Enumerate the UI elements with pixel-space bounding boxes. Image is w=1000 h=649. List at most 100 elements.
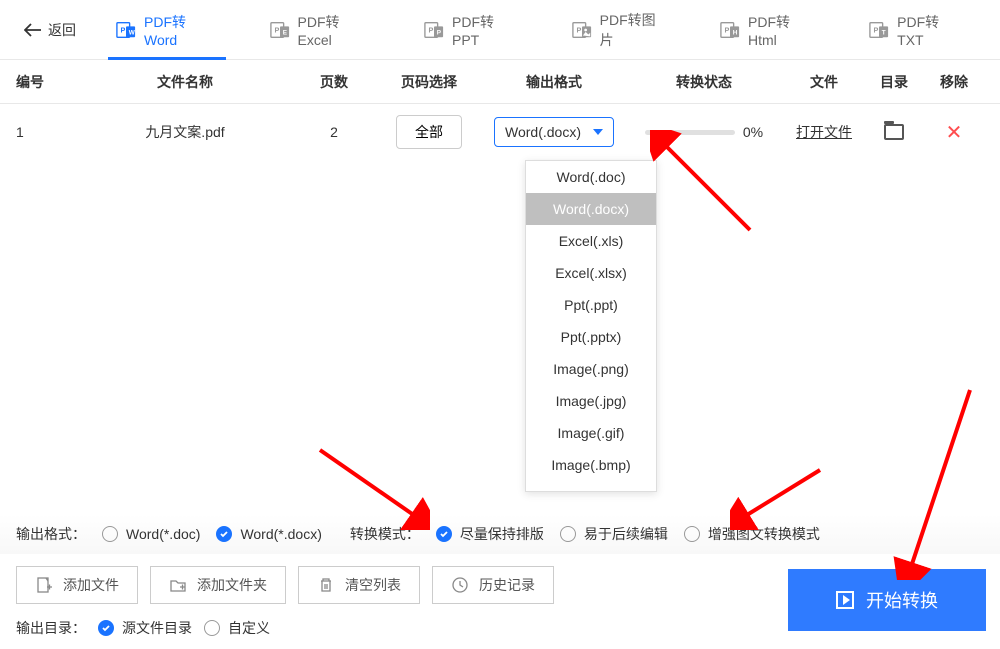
remove-button[interactable]: ✕ xyxy=(946,122,963,144)
tabs-bar: 返回 PW PDF转Word PE PDF转Excel PP PDF转PPT P… xyxy=(0,0,1000,60)
dropdown-item[interactable]: Ppt(.pptx) xyxy=(526,321,656,353)
svg-text:E: E xyxy=(282,29,286,36)
progress-percent: 0% xyxy=(743,124,763,140)
dropdown-item[interactable]: Image(.gif) xyxy=(526,417,656,449)
radio-word-doc[interactable]: Word(*.doc) xyxy=(102,526,200,542)
radio-icon xyxy=(560,526,576,542)
dropdown-item[interactable]: Image(.png) xyxy=(526,353,656,385)
radio-checked-icon xyxy=(216,526,232,542)
svg-text:T: T xyxy=(882,29,886,36)
radio-label: 增强图文转换模式 xyxy=(708,524,820,544)
svg-text:P: P xyxy=(874,25,879,34)
radio-word-docx[interactable]: Word(*.docx) xyxy=(216,526,321,542)
svg-text:H: H xyxy=(733,29,738,36)
open-file-link[interactable]: 打开文件 xyxy=(796,124,852,140)
history-button[interactable]: 历史记录 xyxy=(432,566,554,604)
radio-source-dir[interactable]: 源文件目录 xyxy=(98,618,192,638)
tab-pdf-to-html[interactable]: PH PDF转Html xyxy=(694,0,843,60)
output-dir-label: 输出目录： xyxy=(16,618,86,638)
dropdown-item[interactable]: Image(.emf) xyxy=(526,481,656,491)
button-label: 添加文件 xyxy=(63,575,119,595)
format-dropdown: Word(.doc) Word(.docx) Excel(.xls) Excel… xyxy=(525,160,657,492)
start-convert-button[interactable]: 开始转换 xyxy=(788,569,986,631)
table-row: 1 九月文案.pdf 2 全部 Word(.docx) 0% 打开文件 ✕ xyxy=(0,104,1000,160)
chevron-down-icon xyxy=(593,129,603,135)
tabs-container: PW PDF转Word PE PDF转Excel PP PDF转PPT P PD… xyxy=(90,0,990,60)
radio-easy-edit[interactable]: 易于后续编辑 xyxy=(560,524,668,544)
radio-checked-icon xyxy=(98,620,114,636)
header-num: 编号 xyxy=(16,72,76,92)
svg-text:P: P xyxy=(429,25,434,34)
tab-label: PDF转Word xyxy=(144,12,218,48)
radio-keep-layout[interactable]: 尽量保持排版 xyxy=(436,524,544,544)
back-button[interactable]: 返回 xyxy=(10,20,90,40)
cell-num: 1 xyxy=(16,124,76,140)
dropdown-item[interactable]: Image(.bmp) xyxy=(526,449,656,481)
cell-name: 九月文案.pdf xyxy=(76,122,294,142)
svg-text:P: P xyxy=(274,25,279,34)
dropdown-scroll[interactable]: Word(.doc) Word(.docx) Excel(.xls) Excel… xyxy=(526,161,656,491)
header-pages: 页数 xyxy=(294,72,374,92)
trash-icon xyxy=(317,576,335,594)
cell-format: Word(.docx) xyxy=(484,117,624,147)
tab-label: PDF转图片 xyxy=(600,10,668,50)
radio-label: Word(*.doc) xyxy=(126,526,200,542)
svg-text:P: P xyxy=(121,25,126,34)
tab-pdf-to-ppt[interactable]: PP PDF转PPT xyxy=(398,0,546,60)
tab-pdf-to-txt[interactable]: PT PDF转TXT xyxy=(843,0,990,60)
radio-label: 尽量保持排版 xyxy=(460,524,544,544)
svg-text:W: W xyxy=(129,29,135,36)
radio-enhanced[interactable]: 增强图文转换模式 xyxy=(684,524,820,544)
svg-text:P: P xyxy=(725,25,730,34)
svg-text:P: P xyxy=(576,25,581,34)
radio-custom-dir[interactable]: 自定义 xyxy=(204,618,270,638)
add-file-button[interactable]: 添加文件 xyxy=(16,566,138,604)
cell-status: 0% xyxy=(624,124,784,140)
file-plus-icon xyxy=(35,576,53,594)
format-select[interactable]: Word(.docx) xyxy=(494,117,614,147)
tab-pdf-to-word[interactable]: PW PDF转Word xyxy=(90,0,244,60)
button-label: 开始转换 xyxy=(866,587,938,613)
clock-icon xyxy=(451,576,469,594)
folder-plus-icon xyxy=(169,576,187,594)
header-status: 转换状态 xyxy=(624,72,784,92)
add-folder-button[interactable]: 添加文件夹 xyxy=(150,566,286,604)
radio-label: 源文件目录 xyxy=(122,618,192,638)
dropdown-item[interactable]: Word(.docx) xyxy=(526,193,656,225)
radio-label: 易于后续编辑 xyxy=(584,524,668,544)
tab-pdf-to-image[interactable]: P PDF转图片 xyxy=(546,0,694,60)
radio-icon xyxy=(102,526,118,542)
tab-pdf-to-excel[interactable]: PE PDF转Excel xyxy=(244,0,399,60)
bottom-bar: 添加文件 添加文件夹 清空列表 历史记录 输出目录： 源文件目录 自定义 开始转… xyxy=(0,554,1000,649)
dropdown-item[interactable]: Ppt(.ppt) xyxy=(526,289,656,321)
header-format: 输出格式 xyxy=(484,72,624,92)
tab-label: PDF转Excel xyxy=(298,12,373,48)
radio-checked-icon xyxy=(436,526,452,542)
options-row: 输出格式： Word(*.doc) Word(*.docx) 转换模式： 尽量保… xyxy=(0,514,1000,554)
pdf-ppt-icon: PP xyxy=(424,20,444,40)
arrow-left-icon xyxy=(24,23,42,37)
pdf-txt-icon: PT xyxy=(869,20,889,40)
dropdown-item[interactable]: Excel(.xls) xyxy=(526,225,656,257)
svg-text:P: P xyxy=(437,29,442,36)
cell-pages: 2 xyxy=(294,124,374,140)
radio-icon xyxy=(204,620,220,636)
cell-pagesel: 全部 xyxy=(374,115,484,149)
pdf-excel-icon: PE xyxy=(270,20,290,40)
header-dir: 目录 xyxy=(864,72,924,92)
dropdown-item[interactable]: Excel(.xlsx) xyxy=(526,257,656,289)
cell-dir xyxy=(864,124,924,140)
dropdown-item[interactable]: Word(.doc) xyxy=(526,161,656,193)
pdf-image-icon: P xyxy=(572,20,592,40)
format-selected-label: Word(.docx) xyxy=(505,124,581,140)
page-select-button[interactable]: 全部 xyxy=(396,115,462,149)
button-label: 历史记录 xyxy=(479,575,535,595)
header-remove: 移除 xyxy=(924,72,984,92)
dropdown-item[interactable]: Image(.jpg) xyxy=(526,385,656,417)
output-format-label: 输出格式： xyxy=(16,524,86,544)
header-file: 文件 xyxy=(784,72,864,92)
cell-file: 打开文件 xyxy=(784,122,864,142)
folder-icon[interactable] xyxy=(884,124,904,140)
progress-bar xyxy=(645,130,735,135)
clear-list-button[interactable]: 清空列表 xyxy=(298,566,420,604)
